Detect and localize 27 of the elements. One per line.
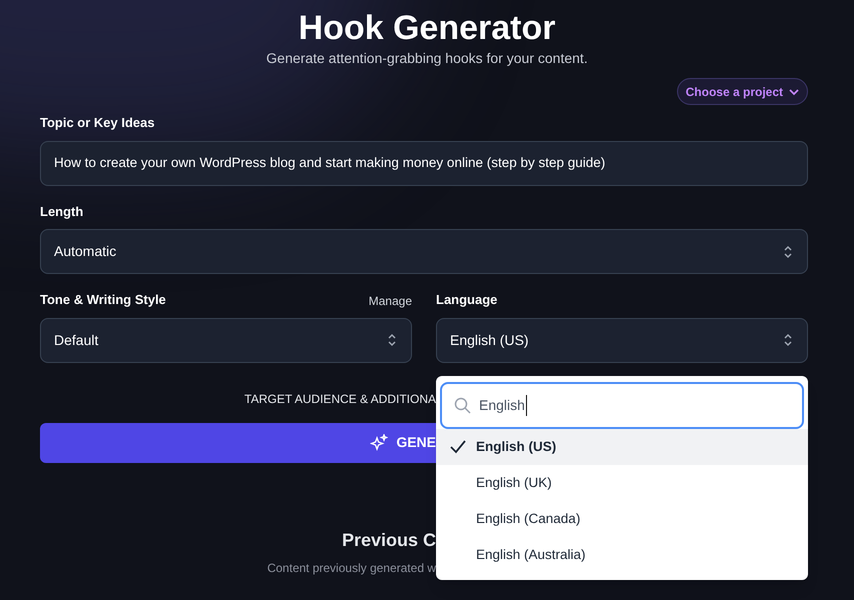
field-label: Topic or Key Ideas [40, 114, 156, 132]
sparkles-icon [370, 434, 388, 452]
language-option[interactable]: English (US) [436, 429, 808, 465]
language-option[interactable]: English (UK) [436, 465, 808, 501]
search-field[interactable]: English [440, 382, 804, 429]
search-icon [454, 397, 471, 414]
page-subtitle: Generate attention-grabbing hooks for your content. [266, 49, 588, 68]
manage-link[interactable]: Manage [368, 292, 412, 310]
chevron-updown-icon [782, 332, 794, 348]
checkmark-icon [450, 440, 466, 454]
field-label: Language [436, 291, 498, 309]
select-field[interactable]: English (US) [436, 318, 808, 362]
section-title: Previous C [342, 530, 436, 550]
field-label: Tone & Writing Style [40, 291, 166, 309]
section-subtitle: Content previously generated w [267, 560, 436, 574]
select-field[interactable]: Default [40, 318, 412, 362]
chevron-down-icon [789, 88, 799, 96]
choose-project-button[interactable]: Choose a project [676, 78, 808, 105]
chevron-updown-icon [386, 332, 398, 348]
field-label: Length [40, 202, 84, 221]
language-option[interactable]: English (Australia) [436, 537, 808, 573]
select-field[interactable]: Automatic [40, 229, 808, 274]
chevron-updown-icon [782, 244, 794, 260]
language-option[interactable]: English (Canada) [436, 501, 808, 537]
advanced-options-toggle[interactable]: TARGET AUDIENCE & ADDITIONA [244, 392, 436, 406]
topic-input[interactable]: How to create your own WordPress blog and start making money online (step by step guide) [40, 140, 808, 186]
page-title: Hook Generator [298, 10, 556, 46]
